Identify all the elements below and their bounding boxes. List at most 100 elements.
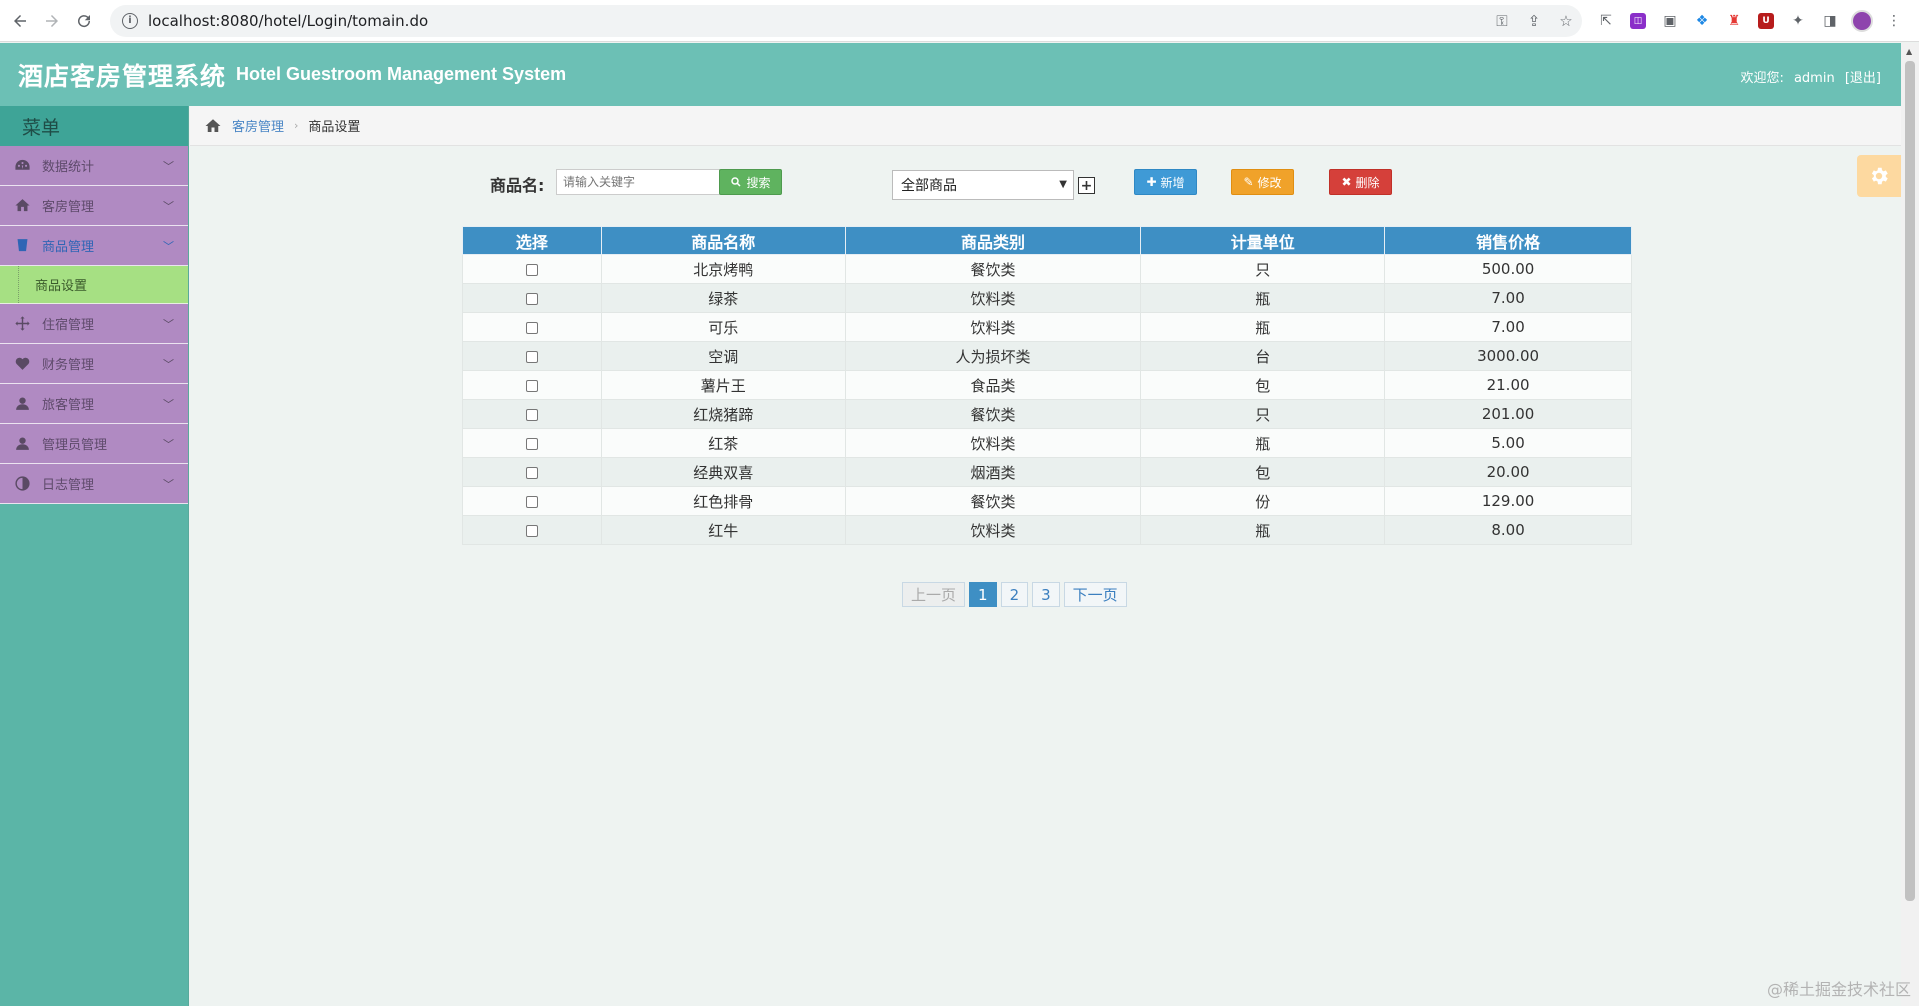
- category-select-value: 全部商品: [901, 178, 957, 194]
- goods-table: 选择 商品名称 商品类别 计量单位 销售价格 北京烤鸭 餐饮类只 500.00 绿茶饮…: [462, 226, 1632, 545]
- cell-name: 北京烤鸭: [600, 254, 846, 284]
- row-select-cell: [462, 428, 602, 458]
- cell-price: 201.00: [1384, 399, 1632, 429]
- row-checkbox[interactable]: [525, 495, 538, 508]
- sidebar-item-rooms[interactable]: 客房管理 ﹀: [0, 186, 188, 226]
- chevron-down-icon: ▼: [1059, 179, 1067, 190]
- extension-shield-icon[interactable]: U: [1750, 5, 1782, 37]
- settings-button[interactable]: [1857, 155, 1901, 197]
- sidebar-subitem-goods-settings[interactable]: 商品设置: [0, 266, 188, 304]
- browser-menu-icon[interactable]: ⋮: [1878, 5, 1910, 37]
- reload-icon[interactable]: [68, 5, 100, 37]
- breadcrumb-parent-link[interactable]: 客房管理: [232, 116, 284, 135]
- sidebar-item-finance[interactable]: 财务管理 ﹀: [0, 344, 188, 384]
- cell-category: 食品类: [844, 370, 1142, 400]
- row-select-cell: [462, 486, 602, 516]
- row-checkbox[interactable]: [525, 292, 538, 305]
- extension-blue-icon[interactable]: ❖: [1686, 5, 1718, 37]
- search-button[interactable]: 搜索: [719, 169, 782, 195]
- share-icon[interactable]: ⇪: [1518, 12, 1550, 30]
- row-checkbox[interactable]: [525, 408, 538, 421]
- prev-page-button[interactable]: 上一页: [902, 582, 966, 607]
- sidebar-item-admins[interactable]: 管理员管理 ﹀: [0, 424, 188, 464]
- cell-category: 人为损坏类: [844, 341, 1142, 371]
- cell-name: 红茶: [600, 428, 846, 458]
- profile-avatar[interactable]: [1846, 5, 1878, 37]
- table-row[interactable]: 红烧猪蹄 餐饮类只 201.00: [462, 399, 1632, 429]
- edit-button[interactable]: ✎ 修改: [1231, 169, 1294, 195]
- table-row[interactable]: 薯片王 食品类包 21.00: [462, 370, 1632, 400]
- sidebar-item-label: 旅客管理: [42, 398, 95, 413]
- sidebar-item-statistics[interactable]: 数据统计 ﹀: [0, 146, 188, 186]
- table-row[interactable]: 红色排骨 餐饮类份 129.00: [462, 486, 1632, 516]
- add-button[interactable]: ✚ 新增: [1134, 169, 1197, 195]
- home-icon[interactable]: [204, 117, 222, 135]
- sidebar-item-label: 管理员管理: [42, 438, 108, 453]
- cell-unit: 包: [1140, 457, 1386, 487]
- add-category-button[interactable]: +: [1078, 177, 1095, 194]
- scrollbar-thumb[interactable]: [1905, 61, 1915, 901]
- scroll-up-icon[interactable]: ▲: [1906, 47, 1912, 56]
- cell-unit: 瓶: [1140, 428, 1386, 458]
- search-button-label: 搜索: [746, 175, 771, 190]
- sidebar-item-logs[interactable]: 日志管理 ﹀: [0, 464, 188, 504]
- extension-purple-icon[interactable]: ◫: [1622, 5, 1654, 37]
- sidebar-item-guests[interactable]: 旅客管理 ﹀: [0, 384, 188, 424]
- forward-icon[interactable]: [36, 5, 68, 37]
- table-row[interactable]: 红茶 饮料类瓶 5.00: [462, 428, 1632, 458]
- row-checkbox[interactable]: [525, 350, 538, 363]
- search-label: 商品名:: [490, 176, 545, 195]
- row-checkbox[interactable]: [525, 263, 538, 276]
- breadcrumb: 客房管理 › 商品设置: [190, 106, 1901, 146]
- table-row[interactable]: 可乐 饮料类瓶 7.00: [462, 312, 1632, 342]
- user-icon: [12, 435, 32, 453]
- table-row[interactable]: 经典双喜 烟酒类包 20.00: [462, 457, 1632, 487]
- page-button[interactable]: 1: [969, 582, 997, 607]
- table-row[interactable]: 北京烤鸭 餐饮类只 500.00: [462, 254, 1632, 284]
- back-icon[interactable]: [4, 5, 36, 37]
- extension-red-icon[interactable]: ♜: [1718, 5, 1750, 37]
- sidebar-item-label: 商品管理: [42, 240, 95, 255]
- row-checkbox[interactable]: [525, 321, 538, 334]
- row-checkbox[interactable]: [525, 466, 538, 479]
- app-header: 酒店客房管理系统 Hotel Guestroom Management Syst…: [0, 43, 1901, 106]
- cell-name: 空调: [600, 341, 846, 371]
- dashboard-icon: [12, 157, 32, 175]
- column-header-name: 商品名称: [600, 226, 846, 255]
- side-panel-icon[interactable]: ◨: [1814, 5, 1846, 37]
- move-icon: [12, 315, 32, 333]
- row-checkbox[interactable]: [525, 437, 538, 450]
- bookmark-star-icon[interactable]: ☆: [1550, 12, 1582, 30]
- table-header-row: 选择 商品名称 商品类别 计量单位 销售价格: [462, 226, 1632, 255]
- cell-unit: 瓶: [1140, 283, 1386, 313]
- cell-price: 8.00: [1384, 515, 1632, 545]
- page-button[interactable]: 2: [1000, 582, 1029, 607]
- username: admin: [1793, 71, 1835, 86]
- site-info-icon[interactable]: i: [122, 12, 138, 29]
- table-row[interactable]: 绿茶 饮料类瓶 7.00: [462, 283, 1632, 313]
- page-button[interactable]: 3: [1032, 582, 1060, 607]
- cell-price: 7.00: [1384, 312, 1632, 342]
- page-scrollbar[interactable]: ▲: [1901, 43, 1919, 1006]
- row-checkbox[interactable]: [525, 379, 538, 392]
- sidebar-item-label: 财务管理: [42, 358, 95, 373]
- delete-button[interactable]: ✖ 删除: [1329, 169, 1392, 195]
- extension-window-icon[interactable]: ▣: [1654, 5, 1686, 37]
- search-input[interactable]: [556, 169, 720, 195]
- cell-category: 餐饮类: [844, 399, 1142, 429]
- key-icon[interactable]: ⚿: [1486, 12, 1518, 30]
- sidebar-item-goods[interactable]: 商品管理 ﹀: [0, 226, 188, 266]
- category-select[interactable]: 全部商品 ▼: [892, 170, 1074, 200]
- logout-link[interactable]: [退出]: [1845, 71, 1881, 86]
- extension-cursor-icon[interactable]: ⇱: [1590, 5, 1622, 37]
- next-page-button[interactable]: 下一页: [1063, 582, 1127, 607]
- address-bar[interactable]: i localhost:8080/hotel/Login/tomain.do ⚿…: [110, 4, 1582, 37]
- table-row[interactable]: 空调 人为损坏类台 3000.00: [462, 341, 1632, 371]
- cell-category: 餐饮类: [844, 486, 1142, 516]
- row-select-cell: [462, 341, 602, 371]
- cell-price: 21.00: [1384, 370, 1632, 400]
- extensions-puzzle-icon[interactable]: ✦: [1782, 5, 1814, 37]
- table-row[interactable]: 红牛 饮料类瓶 8.00: [462, 515, 1632, 545]
- sidebar-item-lodging[interactable]: 住宿管理 ﹀: [0, 304, 188, 344]
- row-checkbox[interactable]: [525, 524, 538, 537]
